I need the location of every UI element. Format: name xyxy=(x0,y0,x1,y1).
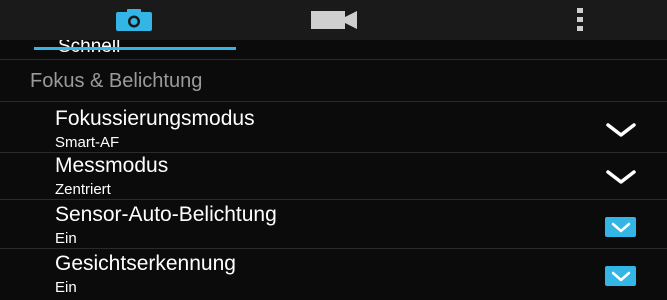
divider xyxy=(0,248,667,249)
checkmark-icon xyxy=(611,222,631,233)
more-vert-icon xyxy=(577,8,583,31)
divider xyxy=(0,152,667,153)
setting-focus-mode[interactable]: Fokussierungsmodus Smart-AF xyxy=(0,107,667,155)
more-options-button[interactable] xyxy=(560,0,600,40)
setting-value: Smart-AF xyxy=(55,134,120,151)
chevron-down-icon[interactable] xyxy=(606,168,636,186)
chevron-down-icon[interactable] xyxy=(606,121,636,139)
checkmark-icon xyxy=(611,271,631,282)
setting-value: Ein xyxy=(55,230,77,247)
setting-value: Ein xyxy=(55,279,77,296)
setting-title: Messmodus xyxy=(55,154,169,177)
tab-camera[interactable] xyxy=(34,0,234,40)
video-camera-icon xyxy=(311,11,357,29)
active-tab-indicator xyxy=(34,47,236,50)
tab-video[interactable] xyxy=(234,0,434,40)
tab-bar xyxy=(0,0,667,40)
section-header: Fokus & Belichtung xyxy=(30,70,203,92)
setting-value: Zentriert xyxy=(55,181,111,198)
camera-icon xyxy=(116,9,152,31)
setting-title: Fokussierungsmodus xyxy=(55,107,255,130)
divider xyxy=(0,199,667,200)
setting-title: Gesichtserkennung xyxy=(55,252,236,275)
checkbox[interactable] xyxy=(605,266,636,286)
divider xyxy=(0,59,667,60)
setting-sensor-auto-exposure[interactable]: Sensor-Auto-Belichtung Ein xyxy=(0,203,667,251)
divider xyxy=(0,101,667,102)
setting-metering-mode[interactable]: Messmodus Zentriert xyxy=(0,154,667,202)
setting-title: Sensor-Auto-Belichtung xyxy=(55,203,277,226)
checkbox[interactable] xyxy=(605,217,636,237)
